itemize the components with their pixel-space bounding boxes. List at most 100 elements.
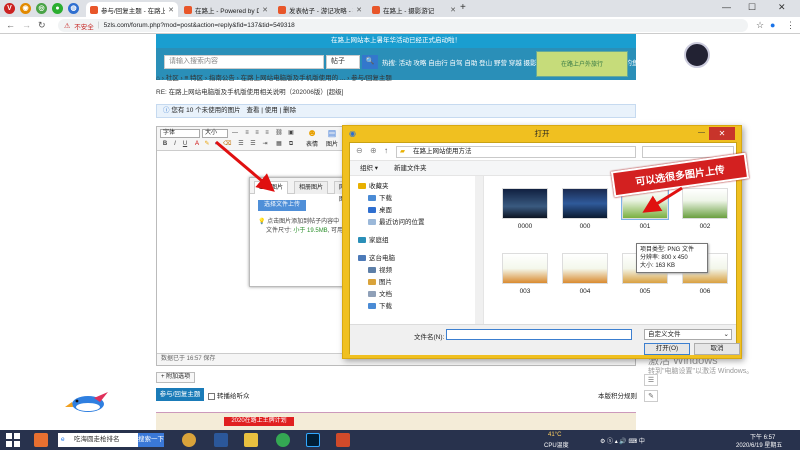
file-name-label[interactable]: 002 xyxy=(682,223,728,230)
file-thumbnail[interactable] xyxy=(502,188,548,219)
hr-icon[interactable]: — xyxy=(231,129,239,137)
file-name-label[interactable]: 006 xyxy=(682,288,728,295)
vivaldi-pinned-tab[interactable]: V xyxy=(4,3,15,14)
menu-icon[interactable]: ⋮ xyxy=(786,20,795,31)
forum-search-input[interactable]: 请输入搜索内容 xyxy=(164,55,324,69)
file-name-label[interactable]: 005 xyxy=(622,288,668,295)
site-banner[interactable]: 在路上网站本上暑年华活动已经正式启动啦！ xyxy=(156,34,636,48)
notice-use-link[interactable]: 使用 xyxy=(265,107,278,114)
footer-ad-strip[interactable]: 2020在路上王牌计划 xyxy=(156,412,636,430)
subscribe-checkbox[interactable]: 转播给听众 xyxy=(208,390,250,400)
calendar-app-icon[interactable] xyxy=(336,433,350,447)
choose-file-upload-button[interactable]: 选择文件上传 xyxy=(258,200,306,211)
checkbox-box[interactable] xyxy=(208,392,215,400)
taskbar-search-box[interactable]: e 吃海圆走枪排名 搜索一下 xyxy=(58,433,164,447)
italic-icon[interactable]: I xyxy=(171,140,179,148)
weibo-pinned-tab[interactable]: ◉ xyxy=(20,3,31,14)
open-button[interactable]: 打开(O) xyxy=(644,343,690,355)
file-thumbnail[interactable] xyxy=(562,188,608,219)
tree-item[interactable]: 家庭组 xyxy=(358,234,389,244)
dialog-close-button[interactable]: ✕ xyxy=(709,127,735,140)
file-thumbnail[interactable] xyxy=(562,253,608,284)
file-name-label[interactable]: 004 xyxy=(562,288,608,295)
bold-icon[interactable]: B xyxy=(161,140,169,148)
emoji-tool[interactable]: ☻ 表情 xyxy=(303,128,321,148)
list-icon[interactable]: ☰ xyxy=(249,140,257,148)
profile-icon[interactable]: ● xyxy=(770,20,775,30)
highlight-icon[interactable]: ✎ xyxy=(203,140,211,148)
underline-icon[interactable]: U xyxy=(181,140,189,148)
file-thumbnail[interactable] xyxy=(502,253,548,284)
photoshop-icon[interactable] xyxy=(306,433,320,447)
browser-tab[interactable]: 发表帖子 - 游记攻略 - 在路上✕ xyxy=(274,2,366,17)
tree-item[interactable]: 最近访问的位置 xyxy=(368,216,425,226)
link-icon[interactable]: ⛓ xyxy=(275,129,283,137)
chrome-icon[interactable] xyxy=(276,433,290,447)
align-center-icon[interactable]: ≡ xyxy=(253,129,261,137)
notice-delete-link[interactable]: 删除 xyxy=(283,107,296,114)
tab-close-icon[interactable]: ✕ xyxy=(168,6,174,14)
file-explorer-icon[interactable] xyxy=(244,433,258,447)
dialog-forward-icon[interactable]: ⊕ xyxy=(370,146,377,155)
browser-tab[interactable]: 在路上 - Powered by Discuz!✕ xyxy=(180,2,272,17)
link2-icon[interactable]: ∞ xyxy=(213,140,221,148)
browser-tab[interactable]: 参与/回复主题 - 在路上网站电脑✕ xyxy=(86,2,178,17)
breadcrumb[interactable]: ⌂ › 社区 › ≡ 特区 › 指南公告 › 在路上网站电脑版及手机版使用的 .… xyxy=(156,72,636,82)
store-pinned-tab[interactable]: ◍ xyxy=(68,3,79,14)
tree-item[interactable]: 收藏夹 xyxy=(358,180,389,190)
post-reply-button[interactable]: 参与/回复主题 xyxy=(156,388,204,401)
table-icon[interactable]: ▦ xyxy=(275,140,283,148)
url-text[interactable]: 5zls.com/forum.php?mod=post&action=reply… xyxy=(104,22,295,29)
eraser-icon[interactable]: ⌫ xyxy=(223,140,231,148)
tab-album-image[interactable]: 相册图片 xyxy=(294,181,329,194)
align-right-icon[interactable]: ≡ xyxy=(263,129,271,137)
indent-icon[interactable]: ⇥ xyxy=(261,140,269,148)
user-avatar[interactable] xyxy=(684,42,710,68)
cancel-button[interactable]: 取消 xyxy=(694,343,740,355)
wechat-pinned-tab[interactable]: ● xyxy=(52,3,63,14)
back-icon[interactable]: ← xyxy=(6,20,15,30)
size-select[interactable]: 大小 xyxy=(202,129,228,138)
tree-scrollbar[interactable] xyxy=(475,176,483,324)
close-window-button[interactable]: ✕ xyxy=(778,2,786,13)
maximize-button[interactable]: ☐ xyxy=(748,2,756,13)
tree-item[interactable]: 图片 xyxy=(368,276,392,286)
url-box[interactable]: ⚠ 不安全 | 5zls.com/forum.php?mod=post&acti… xyxy=(58,19,748,32)
filetype-select[interactable]: 自定义文件 ⌄ xyxy=(644,329,732,340)
tab-close-icon[interactable]: ✕ xyxy=(262,6,268,14)
extra-options-button[interactable]: + 附加选项 xyxy=(156,372,196,383)
side-edit-icon[interactable]: ✎ xyxy=(644,390,658,402)
file-name-label[interactable]: 001 xyxy=(622,223,668,230)
minimize-button[interactable]: — xyxy=(722,2,731,12)
file-name-label[interactable]: 0000 xyxy=(502,223,548,230)
dialog-minimize-button[interactable]: — xyxy=(698,129,705,136)
tab-close-icon[interactable]: ✕ xyxy=(356,6,362,14)
image-tool[interactable]: ▤ 图片 xyxy=(323,128,341,148)
file-name-label[interactable]: 003 xyxy=(502,288,548,295)
tray-icons[interactable]: ⚙ ⓢ ▴ 🔊 ⌨ 中 xyxy=(600,436,645,445)
dialog-back-icon[interactable]: ⊖ xyxy=(356,146,363,155)
dialog-path-box[interactable]: ▰ 在路上网站使用方法 xyxy=(396,146,636,158)
font-color-icon[interactable]: A xyxy=(193,140,201,148)
tree-item[interactable]: 这台电脑 xyxy=(358,252,395,262)
file-name-label[interactable]: 000 xyxy=(562,223,608,230)
tree-item[interactable]: 下载 xyxy=(368,192,392,202)
tree-item[interactable]: 视频 xyxy=(368,264,392,274)
tree-item[interactable]: 桌面 xyxy=(368,204,392,214)
reply-title[interactable]: RE: 在路上网站电脑版及手机版使用相关说明（202006版）[超级] xyxy=(156,86,343,96)
tree-item[interactable]: 下载 xyxy=(368,300,392,310)
search-scope-select[interactable]: 帖子 xyxy=(326,55,360,69)
taskbar-search-button[interactable]: 搜索一下 xyxy=(138,433,164,447)
word-icon[interactable] xyxy=(214,433,228,447)
new-tab-button[interactable]: + xyxy=(460,2,466,13)
media-player-icon[interactable] xyxy=(182,433,196,447)
tab-close-icon[interactable]: ✕ xyxy=(450,6,456,14)
dialog-up-icon[interactable]: ↑ xyxy=(384,146,388,155)
reload-icon[interactable]: ↻ xyxy=(38,20,46,31)
forward-icon[interactable]: → xyxy=(22,20,31,30)
float-icon[interactable]: ⧉ xyxy=(287,140,295,148)
tab-upload-image[interactable]: 上传图片 xyxy=(254,181,289,194)
notice-view-link[interactable]: 查看 xyxy=(246,107,259,114)
browser-tab[interactable]: 在路上 - 摄影游记 ✕ xyxy=(368,2,460,17)
tree-item[interactable]: 文档 xyxy=(368,288,392,298)
